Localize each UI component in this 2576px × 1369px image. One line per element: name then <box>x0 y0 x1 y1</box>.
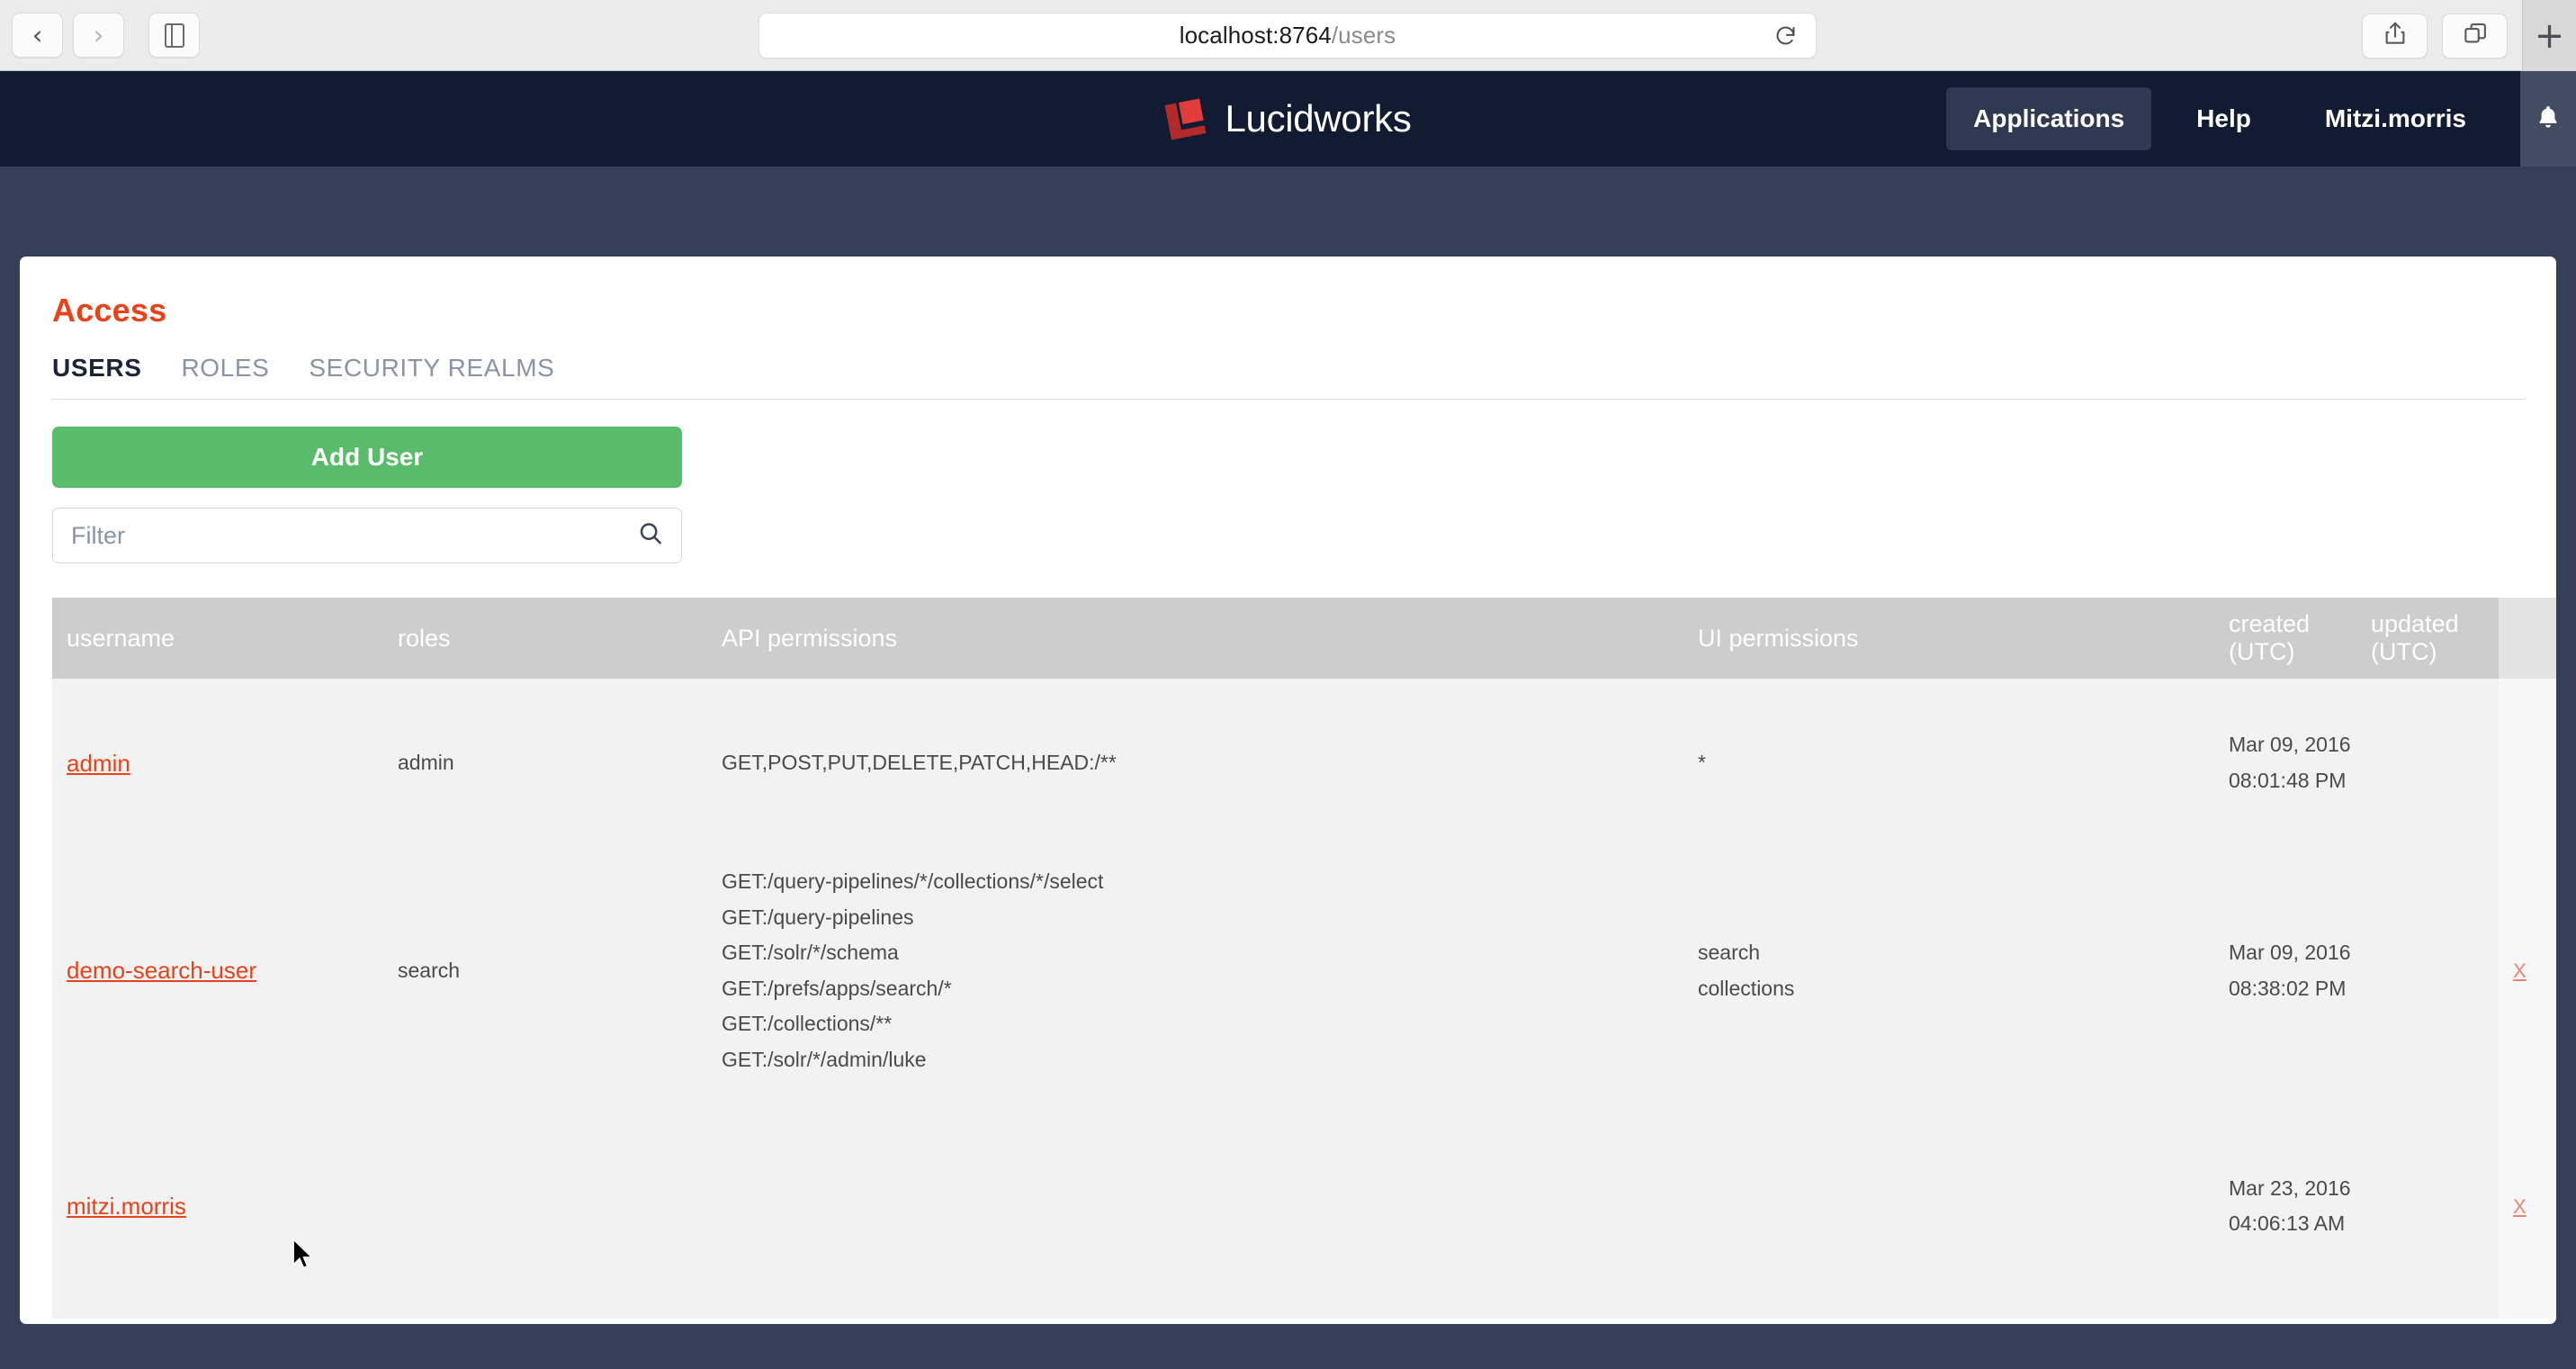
sidebar-toggle-button[interactable] <box>148 13 200 58</box>
updated-line-1: updated <box>2371 610 2459 637</box>
app-navbar: Lucidworks Applications Help Mitzi.morri… <box>0 71 2576 167</box>
column-header-updated[interactable]: updated (UTC) <box>2356 598 2499 679</box>
page-title: Access <box>52 292 167 329</box>
cell-api-permissions: GET,POST,PUT,DELETE,PATCH,HEAD:/** <box>707 679 1683 848</box>
plus-icon: + <box>2534 14 2565 57</box>
tab-users[interactable]: USERS <box>52 354 141 383</box>
share-button[interactable] <box>2362 13 2428 59</box>
table-row[interactable]: admin admin GET,POST,PUT,DELETE,PATCH,HE… <box>52 679 2556 848</box>
cell-updated <box>2356 848 2499 1094</box>
new-tab-button[interactable]: + <box>2522 0 2576 71</box>
bell-icon <box>2535 103 2562 136</box>
tab-bar: USERS ROLES SECURITY REALMS <box>52 354 2524 400</box>
toolbar: Add User <box>52 400 2524 563</box>
cell-username: mitzi.morris <box>52 1094 383 1319</box>
forward-button[interactable]: › <box>73 13 124 58</box>
column-header-username[interactable]: username <box>52 598 383 679</box>
cell-delete: X <box>2499 1094 2556 1319</box>
nav-item-applications[interactable]: Applications <box>1946 87 2152 150</box>
nav-item-user[interactable]: Mitzi.morris <box>2302 104 2490 133</box>
back-button[interactable]: ‹ <box>12 13 63 58</box>
cell-delete: X <box>2499 848 2556 1094</box>
copy-tabs-icon <box>2462 20 2489 51</box>
cell-updated <box>2356 1094 2499 1319</box>
cell-created: Mar 23, 2016 04:06:13 AM <box>2214 1094 2356 1319</box>
browser-toolbar: ‹ › localhost:8764/users + <box>0 0 2576 71</box>
browser-nav-buttons: ‹ › <box>0 13 200 58</box>
user-link-admin[interactable]: admin <box>67 750 130 777</box>
cell-username: admin <box>52 679 383 848</box>
cell-delete <box>2499 679 2556 848</box>
notifications-button[interactable] <box>2520 71 2576 167</box>
cell-ui-permissions: search collections <box>1683 848 2214 1094</box>
table-body: admin admin GET,POST,PUT,DELETE,PATCH,HE… <box>52 679 2556 1319</box>
cell-roles: admin <box>383 679 707 848</box>
cell-api-permissions: GET:/query-pipelines/*/collections/*/sel… <box>707 848 1683 1094</box>
created-line-2: (UTC) <box>2229 638 2295 665</box>
users-table-wrapper: username roles API permissions UI permis… <box>52 598 2556 1319</box>
lucidworks-logo-icon <box>1164 98 1207 140</box>
cell-created: Mar 09, 2016 08:38:02 PM <box>2214 848 2356 1094</box>
cell-ui-permissions: * <box>1683 679 2214 848</box>
tab-security-realms[interactable]: SECURITY REALMS <box>309 354 554 383</box>
filter-input[interactable] <box>52 508 682 563</box>
column-header-roles[interactable]: roles <box>383 598 707 679</box>
add-user-button[interactable]: Add User <box>52 427 682 488</box>
cell-created: Mar 09, 2016 08:01:48 PM <box>2214 679 2356 848</box>
search-icon[interactable] <box>637 520 664 552</box>
url-path: /users <box>1331 22 1396 49</box>
table-header: username roles API permissions UI permis… <box>52 598 2556 679</box>
user-link-demo-search-user[interactable]: demo-search-user <box>67 957 256 984</box>
table-row[interactable]: demo-search-user search GET:/query-pipel… <box>52 848 2556 1094</box>
sidebar-icon <box>164 23 184 48</box>
cell-username: demo-search-user <box>52 848 383 1094</box>
page-body: Access USERS ROLES SECURITY REALMS Add U… <box>0 257 2576 1369</box>
tab-roles[interactable]: ROLES <box>181 354 269 383</box>
back-chevron-icon: ‹ <box>31 19 43 50</box>
column-header-api-permissions[interactable]: API permissions <box>707 598 1683 679</box>
address-bar[interactable]: localhost:8764/users <box>758 13 1817 59</box>
user-link-mitzi-morris[interactable]: mitzi.morris <box>67 1193 186 1220</box>
column-header-created[interactable]: created (UTC) <box>2214 598 2356 679</box>
created-line-1: created <box>2229 610 2311 637</box>
url-host: localhost:8764 <box>1179 22 1332 49</box>
tab-overview-button[interactable] <box>2442 13 2508 59</box>
cell-updated <box>2356 679 2499 848</box>
nav-item-help[interactable]: Help <box>2173 104 2275 133</box>
filter-field-wrapper <box>52 508 682 563</box>
column-header-ui-permissions[interactable]: UI permissions <box>1683 598 2214 679</box>
cell-api-permissions <box>707 1094 1683 1319</box>
users-table: username roles API permissions UI permis… <box>52 598 2556 1319</box>
url-text: localhost:8764/users <box>1180 22 1396 50</box>
column-header-actions <box>2499 598 2556 679</box>
cell-ui-permissions <box>1683 1094 2214 1319</box>
forward-chevron-icon: › <box>93 19 104 50</box>
reload-icon[interactable] <box>1773 23 1798 48</box>
navbar-right: Applications Help Mitzi.morris <box>1946 71 2576 167</box>
brand-name: Lucidworks <box>1225 97 1412 140</box>
table-header-row: username roles API permissions UI permis… <box>52 598 2556 679</box>
table-row[interactable]: mitzi.morris Mar 23, 2016 04:06:13 AM X <box>52 1094 2556 1319</box>
delete-user-button[interactable]: X <box>2513 959 2527 982</box>
browser-tool-buttons: + <box>2362 0 2576 71</box>
delete-user-button[interactable]: X <box>2513 1195 2527 1218</box>
share-icon <box>2382 20 2409 51</box>
access-card: Access USERS ROLES SECURITY REALMS Add U… <box>20 257 2556 1324</box>
updated-line-2: (UTC) <box>2371 638 2437 665</box>
cell-roles: search <box>383 848 707 1094</box>
cell-roles <box>383 1094 707 1319</box>
